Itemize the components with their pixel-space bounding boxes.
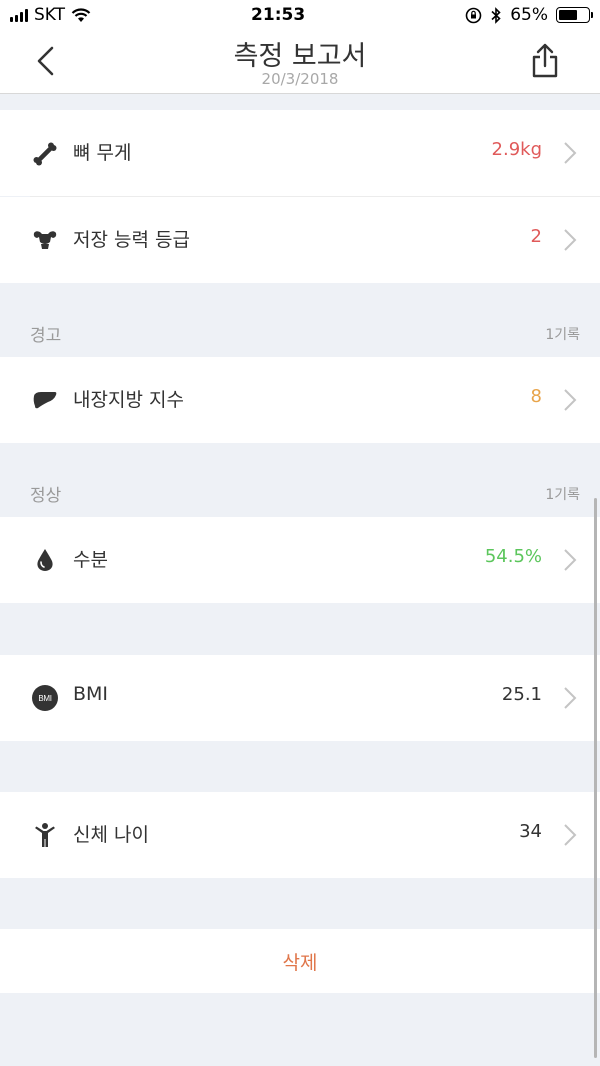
section-warning-header: 경고 1기록 (0, 313, 600, 353)
chevron-right-icon (564, 389, 577, 411)
signal-icon (10, 8, 28, 22)
row-value-bmi: 25.1 (501, 684, 542, 705)
row-value-water: 54.5% (484, 546, 542, 567)
row-value-bone-weight: 2.9kg (491, 139, 542, 160)
share-button[interactable] (526, 42, 564, 80)
row-bmi[interactable]: BMI BMI 25.1 (0, 655, 600, 741)
bone-icon (33, 142, 57, 166)
page-title: 측정 보고서 (233, 41, 367, 72)
battery-icon (556, 7, 593, 23)
section-count-warning: 1기록 (545, 327, 580, 343)
section-normal-header: 정상 1기록 (0, 473, 600, 513)
chevron-right-icon (564, 824, 577, 846)
row-visceral-fat[interactable]: 내장지방 지수 8 (0, 357, 600, 443)
row-body-age[interactable]: 신체 나이 34 (0, 792, 600, 878)
carrier-label: SKT (34, 5, 66, 25)
chevron-right-icon (564, 687, 577, 709)
scrollbar[interactable] (594, 498, 597, 1058)
status-left: SKT (10, 5, 91, 25)
row-value-storage-grade: 2 (530, 226, 542, 247)
row-label-water: 수분 (73, 549, 108, 571)
chevron-right-icon (564, 229, 577, 251)
row-water[interactable]: 수분 54.5% (0, 517, 600, 603)
page-date: 20/3/2018 (261, 70, 339, 88)
section-title-normal: 정상 (30, 486, 62, 506)
status-right: 65% (465, 5, 593, 25)
bluetooth-icon (491, 6, 501, 24)
bmi-badge-icon: BMI (32, 685, 58, 711)
muscle-torso-icon (33, 231, 57, 249)
section-count-normal: 1기록 (545, 487, 580, 503)
wifi-icon (71, 7, 91, 22)
delete-button[interactable]: 삭제 (0, 929, 600, 993)
row-label-bone-weight: 뼈 무게 (73, 142, 132, 164)
row-value-body-age: 34 (519, 821, 542, 842)
row-value-visceral-fat: 8 (530, 386, 542, 407)
status-time: 21:53 (251, 5, 306, 25)
orientation-lock-icon (465, 7, 482, 23)
nav-bar: 측정 보고서 20/3/2018 (0, 30, 600, 94)
row-label-storage-grade: 저장 능력 등급 (73, 229, 190, 251)
row-label-bmi: BMI (73, 683, 109, 705)
chevron-right-icon (564, 142, 577, 164)
liver-icon (33, 392, 57, 409)
person-icon (35, 823, 55, 847)
section-title-warning: 경고 (30, 326, 62, 346)
row-label-body-age: 신체 나이 (73, 824, 149, 846)
chevron-right-icon (564, 549, 577, 571)
row-storage-grade[interactable]: 저장 능력 등급 2 (0, 197, 600, 283)
delete-label: 삭제 (282, 951, 318, 974)
row-bone-weight[interactable]: 뼈 무게 2.9kg (0, 110, 600, 196)
status-bar: SKT 21:53 65% (0, 0, 600, 30)
battery-percent: 65% (510, 5, 548, 25)
row-label-visceral-fat: 내장지방 지수 (73, 389, 184, 411)
water-drop-icon (37, 549, 53, 571)
